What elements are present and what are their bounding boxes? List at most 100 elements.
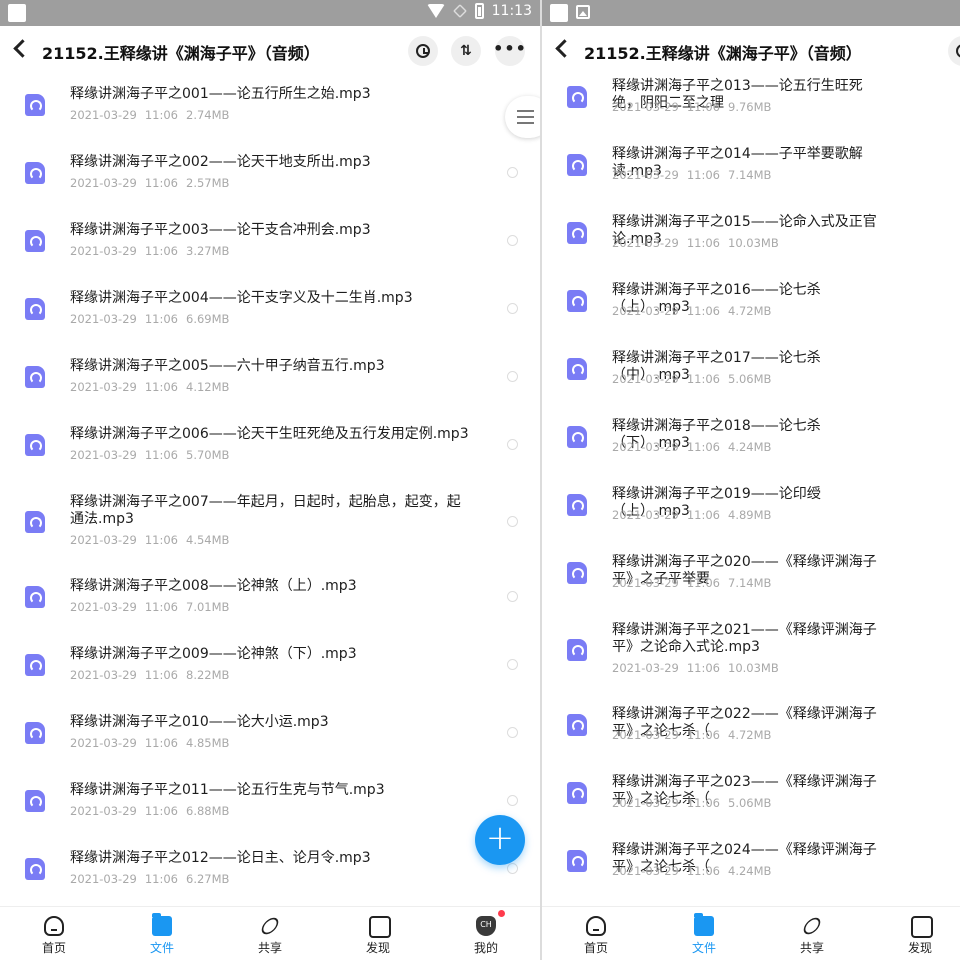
file-row[interactable]: 释缘讲渊海子平之016——论七杀（上）.mp3 2021-03-29 11:06 4… (542, 282, 960, 350)
select-checkbox[interactable] (507, 727, 518, 738)
back-icon[interactable] (13, 39, 32, 58)
sort-button[interactable]: ⇅ (451, 36, 481, 66)
discover-icon (910, 916, 930, 936)
notification-icon (8, 4, 26, 22)
tab-folder[interactable]: 文件 (132, 907, 192, 960)
file-row[interactable]: 释缘讲渊海子平之006——论天干生旺死绝及五行发用定例.mp3 2021-03-… (0, 426, 540, 494)
header: 21152.王释缘讲《渊海子平》（音频） ⇅ ••• (0, 26, 540, 78)
tab-discover[interactable]: 发现 (890, 907, 950, 960)
audio-file-icon (567, 782, 587, 804)
history-button[interactable] (408, 36, 438, 66)
audio-file-icon (25, 298, 45, 320)
home-icon (586, 916, 606, 936)
audio-file-icon (25, 511, 45, 533)
select-checkbox[interactable] (507, 167, 518, 178)
no-signal-icon (452, 4, 467, 18)
tab-home[interactable]: 首页 (24, 907, 84, 960)
more-button[interactable]: ••• (493, 36, 526, 66)
select-checkbox[interactable] (507, 863, 518, 874)
audio-file-icon (567, 494, 587, 516)
file-time: 11:06 (686, 304, 720, 318)
file-row[interactable]: 释缘讲渊海子平之015——论命入式及正官论.mp3 2021-03-29 11:0… (542, 214, 960, 282)
file-row[interactable]: 释缘讲渊海子平之017——论七杀（中）.mp3 2021-03-29 11:06 5… (542, 350, 960, 418)
select-checkbox[interactable] (507, 516, 518, 527)
file-meta: 2021-03-29 11:06 4.54MB (70, 533, 237, 547)
select-checkbox[interactable] (507, 303, 518, 314)
file-row[interactable]: 释缘讲渊海子平之020——《释缘评渊海子平》之子平举要 2021-03-29 11… (542, 554, 960, 622)
audio-file-icon (25, 654, 45, 676)
file-row[interactable]: 释缘讲渊海子平之003——论干支合冲刑会.mp3 2021-03-29 11:06… (0, 222, 540, 290)
file-row[interactable]: 释缘讲渊海子平之002——论天干地支所出.mp3 2021-03-29 11:06… (0, 154, 540, 222)
file-size: 4.85MB (186, 736, 230, 750)
status-bar-right (542, 0, 960, 26)
file-row[interactable]: 释缘讲渊海子平之010——论大小运.mp3 2021-03-29 11:06 4.8… (0, 714, 540, 782)
file-size: 5.06MB (728, 796, 772, 810)
file-meta: 2021-03-29 11:06 10.03MB (612, 236, 787, 250)
file-time: 11:06 (144, 804, 178, 818)
select-checkbox[interactable] (507, 235, 518, 246)
file-size: 2.74MB (186, 108, 230, 122)
file-date: 2021-03-29 (612, 728, 679, 742)
file-row[interactable]: 释缘讲渊海子平之001——论五行所生之始.mp3 2021-03-29 11:06… (0, 86, 540, 154)
select-checkbox[interactable] (507, 659, 518, 670)
share-icon (800, 914, 824, 938)
menu-float-button[interactable] (505, 96, 540, 138)
file-row[interactable]: 释缘讲渊海子平之005——六十甲子纳音五行.mp3 2021-03-29 11:0… (0, 358, 540, 426)
file-row[interactable]: 释缘讲渊海子平之009——论神煞（下）.mp3 2021-03-29 11:06 8… (0, 646, 540, 714)
file-row[interactable]: 释缘讲渊海子平之024——《释缘评渊海子平》之论七杀（ 2021-03-29 11… (542, 842, 960, 910)
add-button[interactable]: + (475, 815, 525, 865)
file-row[interactable]: 释缘讲渊海子平之013——论五行生旺死绝，阴阳二至之理 2021-03-29 11… (542, 78, 960, 146)
file-time: 11:06 (144, 176, 178, 190)
select-checkbox[interactable] (507, 591, 518, 602)
file-meta: 2021-03-29 11:06 6.69MB (70, 312, 237, 326)
file-row[interactable]: 释缘讲渊海子平之019——论印绶（上）.mp3 2021-03-29 11:06 4… (542, 486, 960, 554)
file-name: 释缘讲渊海子平之011——论五行生克与节气.mp3 (70, 782, 385, 798)
file-size: 6.88MB (186, 804, 230, 818)
file-size: 10.03MB (728, 661, 779, 675)
file-row[interactable]: 释缘讲渊海子平之023——《释缘评渊海子平》之论七杀（ 2021-03-29 11… (542, 774, 960, 842)
back-icon[interactable] (555, 39, 574, 58)
file-size: 7.01MB (186, 600, 230, 614)
tab-profile[interactable]: CH 我的 (456, 907, 516, 960)
audio-file-icon (567, 639, 587, 661)
file-date: 2021-03-29 (612, 304, 679, 318)
file-time: 11:06 (686, 168, 720, 182)
tab-label: 共享 (799, 941, 824, 955)
tab-label: 我的 (473, 941, 498, 955)
file-list: 释缘讲渊海子平之001——论五行所生之始.mp3 2021-03-29 11:06… (0, 86, 540, 918)
file-row[interactable]: 释缘讲渊海子平之022——《释缘评渊海子平》之论七杀（ 2021-03-29 11… (542, 706, 960, 774)
file-row[interactable]: 释缘讲渊海子平之021——《释缘评渊海子平》之论命入式论.mp3 2021-03… (542, 622, 960, 706)
file-time: 11:06 (686, 440, 720, 454)
select-checkbox[interactable] (507, 439, 518, 450)
file-row[interactable]: 释缘讲渊海子平之004——论干支字义及十二生肖.mp3 2021-03-29 11… (0, 290, 540, 358)
file-size: 6.27MB (186, 872, 230, 886)
file-meta: 2021-03-29 11:06 9.76MB (612, 100, 779, 114)
file-name: 释缘讲渊海子平之007——年起月，日起时，起胎息，起变，起通法.mp3 (70, 494, 461, 527)
header-right: 21152.王释缘讲《渊海子平》（音频） (542, 26, 960, 78)
file-name: 释缘讲渊海子平之010——论大小运.mp3 (70, 714, 329, 730)
file-date: 2021-03-29 (70, 668, 137, 682)
folder-icon (152, 913, 172, 936)
file-name: 释缘讲渊海子平之004——论干支字义及十二生肖.mp3 (70, 290, 413, 306)
tab-home[interactable]: 首页 (566, 907, 626, 960)
file-name: 释缘讲渊海子平之005——六十甲子纳音五行.mp3 (70, 358, 385, 374)
file-time: 11:06 (686, 864, 720, 878)
file-row[interactable]: 释缘讲渊海子平之011——论五行生克与节气.mp3 2021-03-29 11:0… (0, 782, 540, 850)
history-icon (416, 44, 430, 58)
file-size: 7.14MB (728, 576, 772, 590)
file-row[interactable]: 释缘讲渊海子平之008——论神煞（上）.mp3 2021-03-29 11:06 7… (0, 578, 540, 646)
file-size: 4.24MB (728, 864, 772, 878)
file-row[interactable]: 释缘讲渊海子平之018——论七杀（下）.mp3 2021-03-29 11:06 4… (542, 418, 960, 486)
wifi-icon (426, 4, 445, 18)
history-button[interactable] (948, 36, 960, 66)
file-meta: 2021-03-29 11:06 5.06MB (612, 372, 779, 386)
tab-discover[interactable]: 发现 (348, 907, 408, 960)
tab-share[interactable]: 共享 (240, 907, 300, 960)
file-date: 2021-03-29 (612, 796, 679, 810)
file-row[interactable]: 释缘讲渊海子平之014——子平举要歌解读.mp3 2021-03-29 11:06… (542, 146, 960, 214)
select-checkbox[interactable] (507, 371, 518, 382)
file-row[interactable]: 释缘讲渊海子平之007——年起月，日起时，起胎息，起变，起通法.mp3 2021… (0, 494, 540, 578)
select-checkbox[interactable] (507, 795, 518, 806)
tab-share[interactable]: 共享 (782, 907, 842, 960)
tab-folder[interactable]: 文件 (674, 907, 734, 960)
